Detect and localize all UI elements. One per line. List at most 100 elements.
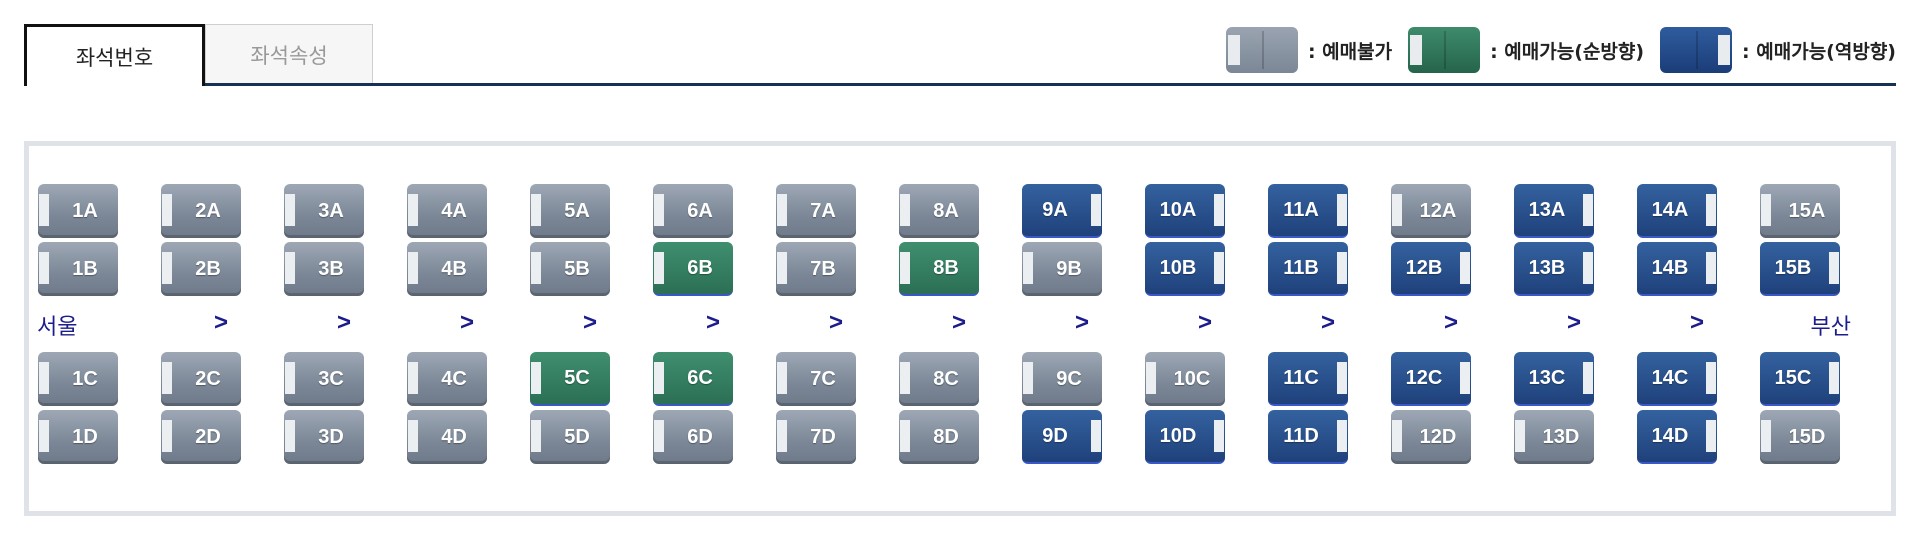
- seat-9d[interactable]: 9D: [1022, 410, 1102, 464]
- seat-10a[interactable]: 10A: [1145, 184, 1225, 238]
- seat-label: 6B: [687, 256, 713, 279]
- tab-underline: [24, 83, 1896, 86]
- seat-8c[interactable]: 8C: [899, 352, 979, 406]
- seat-10d[interactable]: 10D: [1145, 410, 1225, 464]
- seat-label: 4D: [441, 425, 467, 448]
- seat-label: 15D: [1788, 425, 1826, 448]
- chevron-right-icon: >: [1444, 309, 1459, 336]
- seat-11b[interactable]: 11B: [1268, 242, 1348, 296]
- seat-label: 12B: [1405, 256, 1443, 279]
- chevron-right-icon: >: [706, 309, 721, 336]
- seat-9c[interactable]: 9C: [1022, 352, 1102, 406]
- seat-label: 5A: [564, 199, 590, 222]
- seat-label: 3C: [318, 367, 344, 390]
- seat-4d[interactable]: 4D: [407, 410, 487, 464]
- seat-1c[interactable]: 1C: [38, 352, 118, 406]
- seat-4b[interactable]: 4B: [407, 242, 487, 296]
- seat-label: 4C: [441, 367, 467, 390]
- seat-label: 11D: [1283, 424, 1319, 447]
- seat-label: 1D: [72, 425, 98, 448]
- seat-7c[interactable]: 7C: [776, 352, 856, 406]
- seat-6b[interactable]: 6B: [653, 242, 733, 296]
- seat-8a[interactable]: 8A: [899, 184, 979, 238]
- seat-3b[interactable]: 3B: [284, 242, 364, 296]
- seat-label: 15C: [1774, 366, 1812, 389]
- tab-seat-number[interactable]: 좌석번호: [24, 24, 205, 86]
- seat-5a[interactable]: 5A: [530, 184, 610, 238]
- seat-label: 2B: [195, 257, 221, 280]
- seat-1b[interactable]: 1B: [38, 242, 118, 296]
- seat-label: 8D: [933, 425, 959, 448]
- seat-2a[interactable]: 2A: [161, 184, 241, 238]
- seat-8d[interactable]: 8D: [899, 410, 979, 464]
- seat-2c[interactable]: 2C: [161, 352, 241, 406]
- seat-11d[interactable]: 11D: [1268, 410, 1348, 464]
- travel-direction-row: 서울 > > > > > > > > > > > > > 부산: [29, 309, 1891, 345]
- seat-label: 11C: [1283, 366, 1319, 389]
- seat-13b[interactable]: 13B: [1514, 242, 1594, 296]
- seat-10b[interactable]: 10B: [1145, 242, 1225, 296]
- seat-14a[interactable]: 14A: [1637, 184, 1717, 238]
- seat-14d[interactable]: 14D: [1637, 410, 1717, 464]
- seat-4a[interactable]: 4A: [407, 184, 487, 238]
- seat-label: 8A: [933, 199, 959, 222]
- seat-label: 9C: [1056, 367, 1082, 390]
- seat-label: 15B: [1774, 256, 1812, 279]
- seat-unavailable-icon: [1225, 27, 1298, 73]
- seat-15d[interactable]: 15D: [1760, 410, 1840, 464]
- seat-11c[interactable]: 11C: [1268, 352, 1348, 406]
- chevron-right-icon: >: [583, 309, 598, 336]
- tab-seat-attribute[interactable]: 좌석속성: [205, 24, 373, 84]
- seat-5b[interactable]: 5B: [530, 242, 610, 296]
- seat-label: 2A: [195, 199, 221, 222]
- seat-4c[interactable]: 4C: [407, 352, 487, 406]
- seat-15a[interactable]: 15A: [1760, 184, 1840, 238]
- seat-15b[interactable]: 15B: [1760, 242, 1840, 296]
- seat-legend: : 예매불가 : 예매가능(순방향) : 예매가능(역방향): [1225, 24, 1896, 76]
- seat-5c[interactable]: 5C: [530, 352, 610, 406]
- chevron-right-icon: >: [214, 309, 229, 336]
- seat-7a[interactable]: 7A: [776, 184, 856, 238]
- seat-label: 12A: [1419, 199, 1457, 222]
- legend-forward: : 예매가능(순방향): [1408, 27, 1644, 73]
- seat-12c[interactable]: 12C: [1391, 352, 1471, 406]
- chevron-right-icon: >: [337, 309, 352, 336]
- seat-10c[interactable]: 10C: [1145, 352, 1225, 406]
- seat-12b[interactable]: 12B: [1391, 242, 1471, 296]
- seat-1a[interactable]: 1A: [38, 184, 118, 238]
- seat-14c[interactable]: 14C: [1637, 352, 1717, 406]
- seat-9a[interactable]: 9A: [1022, 184, 1102, 238]
- seat-label: 9D: [1042, 424, 1068, 447]
- seat-5d[interactable]: 5D: [530, 410, 610, 464]
- seat-1d[interactable]: 1D: [38, 410, 118, 464]
- origin-station: 서울: [37, 315, 78, 340]
- seat-label: 9B: [1056, 257, 1082, 280]
- seat-9b[interactable]: 9B: [1022, 242, 1102, 296]
- seat-label: 9A: [1042, 198, 1068, 221]
- seat-6c[interactable]: 6C: [653, 352, 733, 406]
- seat-3a[interactable]: 3A: [284, 184, 364, 238]
- seat-8b[interactable]: 8B: [899, 242, 979, 296]
- seat-7d[interactable]: 7D: [776, 410, 856, 464]
- seat-13d[interactable]: 13D: [1514, 410, 1594, 464]
- seat-2b[interactable]: 2B: [161, 242, 241, 296]
- seat-label: 8B: [933, 256, 959, 279]
- seat-12a[interactable]: 12A: [1391, 184, 1471, 238]
- seat-7b[interactable]: 7B: [776, 242, 856, 296]
- seat-14b[interactable]: 14B: [1637, 242, 1717, 296]
- seat-3d[interactable]: 3D: [284, 410, 364, 464]
- seat-15c[interactable]: 15C: [1760, 352, 1840, 406]
- seat-12d[interactable]: 12D: [1391, 410, 1471, 464]
- seat-6a[interactable]: 6A: [653, 184, 733, 238]
- chevron-right-icon: >: [1690, 309, 1705, 336]
- legend-reverse: : 예매가능(역방향): [1660, 27, 1896, 73]
- seat-3c[interactable]: 3C: [284, 352, 364, 406]
- seat-label: 13C: [1528, 366, 1566, 389]
- seat-label: 4A: [441, 199, 467, 222]
- seat-13c[interactable]: 13C: [1514, 352, 1594, 406]
- chevron-right-icon: >: [829, 309, 844, 336]
- seat-13a[interactable]: 13A: [1514, 184, 1594, 238]
- seat-2d[interactable]: 2D: [161, 410, 241, 464]
- seat-11a[interactable]: 11A: [1268, 184, 1348, 238]
- seat-6d[interactable]: 6D: [653, 410, 733, 464]
